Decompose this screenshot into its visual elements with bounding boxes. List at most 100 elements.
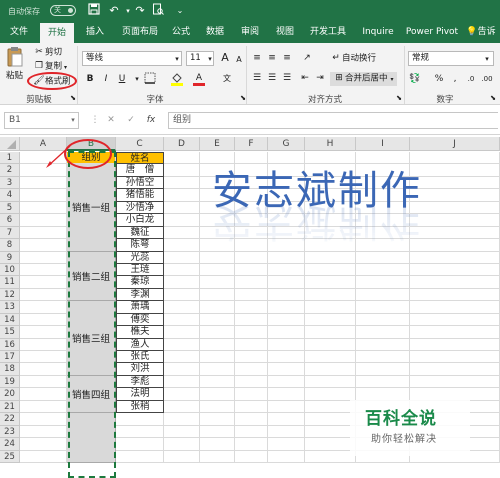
font-name-dropdown-icon[interactable]: ▾ xyxy=(170,52,184,66)
sheet-cell[interactable] xyxy=(235,326,268,339)
sheet-cell[interactable] xyxy=(410,226,500,240)
sheet-cell[interactable] xyxy=(410,375,500,389)
sheet-cell[interactable] xyxy=(356,351,410,364)
select-all-corner[interactable] xyxy=(0,137,20,151)
underline-dropdown-icon[interactable]: ▾ xyxy=(130,72,144,86)
row-header[interactable]: 3 xyxy=(0,176,20,190)
sheet-cell[interactable] xyxy=(164,425,200,439)
sheet-cell[interactable] xyxy=(410,351,500,364)
sheet-cell[interactable] xyxy=(410,214,500,227)
sheet-cell[interactable] xyxy=(305,413,356,426)
sheet-cell[interactable] xyxy=(20,263,67,277)
sheet-cell[interactable] xyxy=(20,326,67,339)
sheet-cell[interactable] xyxy=(410,189,500,202)
sheet-cell[interactable] xyxy=(200,338,235,352)
sheet-cell[interactable] xyxy=(305,338,356,352)
sheet-cell[interactable] xyxy=(20,388,67,401)
merge-center-button[interactable]: ⊞ 合并后居中 ▾ xyxy=(330,72,397,86)
tab-tell-me[interactable]: 💡告诉 xyxy=(466,22,496,43)
font-color-button[interactable]: A xyxy=(192,71,206,86)
sheet-cell[interactable] xyxy=(164,176,200,190)
sheet-cell[interactable] xyxy=(20,351,67,364)
row-header[interactable]: 15 xyxy=(0,326,20,339)
name-cell[interactable]: 王琏 xyxy=(116,263,164,277)
sheet-cell[interactable] xyxy=(268,438,305,451)
sheet-cell[interactable] xyxy=(20,450,67,463)
sheet-cell[interactable] xyxy=(200,363,235,376)
increase-indent-icon[interactable]: ⇥ xyxy=(313,71,327,85)
row-header[interactable]: 13 xyxy=(0,301,20,314)
sheet-cell[interactable] xyxy=(164,189,200,202)
sheet-cell[interactable] xyxy=(356,363,410,376)
number-dialog-launcher-icon[interactable]: ⬊ xyxy=(486,91,500,105)
name-cell[interactable]: 光蕊 xyxy=(116,251,164,264)
sheet-cell[interactable] xyxy=(116,450,164,463)
sheet-cell[interactable] xyxy=(410,288,500,302)
sheet-cell[interactable] xyxy=(356,288,410,302)
align-top-icon[interactable]: ≡ xyxy=(250,51,264,65)
sheet-cell[interactable] xyxy=(200,351,235,364)
sheet-cell[interactable] xyxy=(305,450,356,463)
sheet-cell[interactable] xyxy=(20,164,67,177)
merged-group-cell[interactable]: 销售一组 xyxy=(67,164,116,252)
percent-icon[interactable]: % xyxy=(432,72,446,86)
sheet-cell[interactable] xyxy=(410,263,500,277)
row-header[interactable]: 6 xyxy=(0,214,20,227)
sheet-cell[interactable] xyxy=(305,276,356,289)
sheet-cell[interactable] xyxy=(356,338,410,352)
print-preview-icon[interactable] xyxy=(150,3,166,19)
sheet-cell[interactable] xyxy=(410,388,500,401)
sheet-cell[interactable] xyxy=(410,338,500,352)
sheet-cell[interactable] xyxy=(20,338,67,352)
row-header[interactable]: 25 xyxy=(0,450,20,463)
sheet-cell[interactable] xyxy=(20,375,67,389)
sheet-cell[interactable] xyxy=(268,313,305,327)
name-cell[interactable]: 猪悟能 xyxy=(116,189,164,202)
sheet-cell[interactable] xyxy=(200,276,235,289)
sheet-cell[interactable] xyxy=(235,375,268,389)
sheet-cell[interactable] xyxy=(164,164,200,177)
sheet-cell[interactable] xyxy=(20,276,67,289)
sheet-cell[interactable] xyxy=(268,375,305,389)
tab-data[interactable]: 数据 xyxy=(202,22,228,43)
tab-home[interactable]: 开始 xyxy=(40,22,74,43)
sheet-cell[interactable] xyxy=(268,301,305,314)
sheet-cell[interactable] xyxy=(356,375,410,389)
sheet-cell[interactable] xyxy=(410,251,500,264)
row-header[interactable]: 19 xyxy=(0,375,20,389)
font-dialog-launcher-icon[interactable]: ⬊ xyxy=(236,91,250,105)
tab-inquire[interactable]: Inquire xyxy=(358,22,398,43)
confirm-icon[interactable]: ✓ xyxy=(124,113,138,127)
sheet-cell[interactable] xyxy=(305,301,356,314)
column-header-h[interactable]: H xyxy=(305,137,356,151)
row-header[interactable]: 16 xyxy=(0,338,20,352)
sheet-cell[interactable] xyxy=(164,251,200,264)
tab-developer[interactable]: 开发工具 xyxy=(306,22,350,43)
row-header[interactable]: 21 xyxy=(0,400,20,414)
row-header[interactable]: 10 xyxy=(0,263,20,277)
wrap-text-button[interactable]: ↵ 自动换行 xyxy=(330,52,376,65)
row-header[interactable]: 1 xyxy=(0,152,20,165)
sheet-cell[interactable] xyxy=(200,425,235,439)
name-cell[interactable]: 张氏 xyxy=(116,351,164,364)
sheet-cell[interactable] xyxy=(200,438,235,451)
tab-view[interactable]: 视图 xyxy=(272,22,298,43)
sheet-cell[interactable] xyxy=(20,400,67,414)
sheet-cell[interactable] xyxy=(410,326,500,339)
sheet-cell[interactable] xyxy=(235,450,268,463)
bold-button[interactable]: B xyxy=(83,72,97,86)
comma-style-icon[interactable]: , xyxy=(448,72,462,86)
sheet-cell[interactable] xyxy=(268,400,305,414)
name-cell[interactable]: 孙悟空 xyxy=(116,176,164,190)
sheet-cell[interactable] xyxy=(20,251,67,264)
sheet-cell[interactable] xyxy=(268,338,305,352)
sheet-cell[interactable] xyxy=(268,288,305,302)
sheet-cell[interactable] xyxy=(235,301,268,314)
paste-button[interactable]: 粘贴 xyxy=(6,70,23,82)
row-header[interactable]: 9 xyxy=(0,251,20,264)
sheet-cell[interactable] xyxy=(268,276,305,289)
column-header-j[interactable]: J xyxy=(410,137,500,151)
sheet-cell[interactable] xyxy=(200,288,235,302)
sheet-cell[interactable] xyxy=(268,363,305,376)
sheet-cell[interactable] xyxy=(164,226,200,240)
